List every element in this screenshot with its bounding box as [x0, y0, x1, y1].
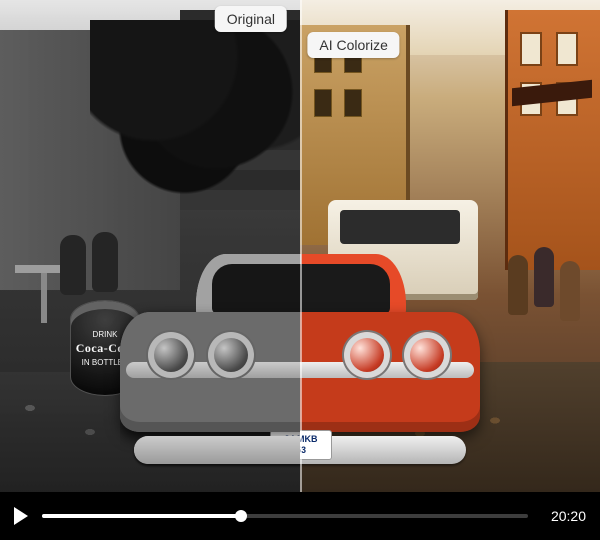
person-seated: [92, 232, 118, 292]
tail-light-icon: [344, 332, 390, 378]
play-button[interactable]: [14, 507, 28, 525]
barrel-text-top: DRINK: [93, 330, 118, 339]
video-frame: DRINK Coca-Cola IN BOTTLES: [0, 0, 600, 492]
duration-label: 20:20: [542, 508, 586, 524]
split-divider: [300, 0, 302, 492]
video-player: DRINK Coca-Cola IN BOTTLES: [0, 0, 600, 540]
colorize-label: AI Colorize: [307, 32, 399, 58]
seek-progress: [42, 514, 241, 518]
seek-track[interactable]: [42, 514, 528, 518]
player-controls: 20:20: [0, 492, 600, 540]
tail-light-icon: [404, 332, 450, 378]
person-seated: [60, 235, 86, 295]
seek-thumb[interactable]: [235, 510, 247, 522]
foliage: [90, 20, 300, 200]
pedestrians: [504, 225, 594, 335]
original-label: Original: [215, 6, 287, 32]
